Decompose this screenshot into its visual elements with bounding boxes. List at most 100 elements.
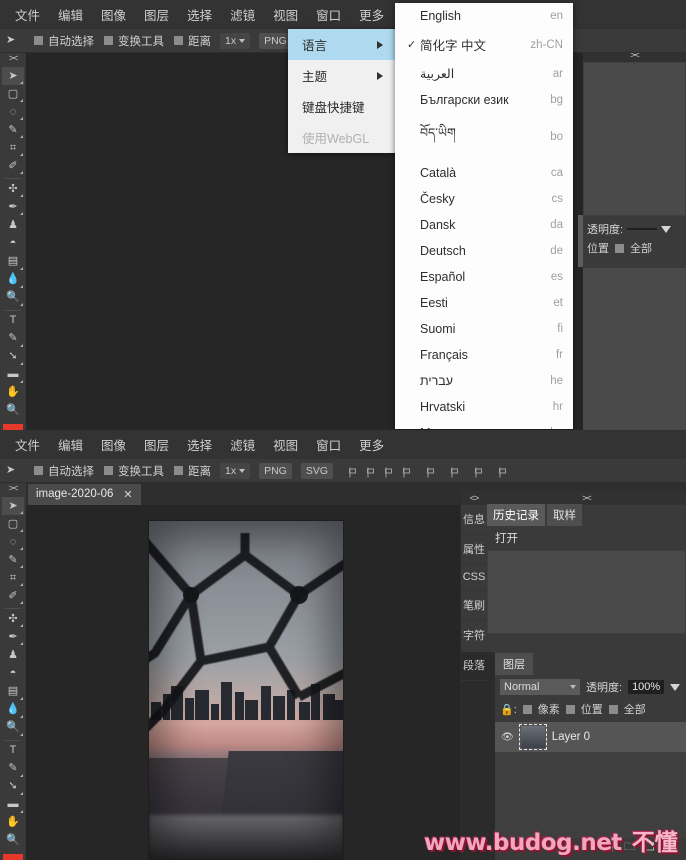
align-right-icon[interactable] <box>385 465 396 476</box>
menu-item-1[interactable]: 编辑 <box>49 430 92 459</box>
language-item-de[interactable]: Deutschde <box>395 238 573 264</box>
tool-path-select-icon[interactable]: ➘ <box>2 348 24 366</box>
tool-hand-icon[interactable]: ✋ <box>2 384 24 402</box>
checkbox-box[interactable] <box>34 36 43 45</box>
menu-item-0[interactable]: 文件 <box>6 0 49 29</box>
vertical-tab-2[interactable]: CSS <box>461 565 487 591</box>
visibility-icon[interactable]: 👁 <box>501 732 514 743</box>
vertical-tab-3[interactable]: 笔刷 <box>461 591 487 621</box>
checkbox-box[interactable] <box>104 36 113 45</box>
menu-item-3[interactable]: 图层 <box>135 0 178 29</box>
option-checkbox-0[interactable]: 自动选择 <box>34 33 94 49</box>
zoom-level-select[interactable]: 1x <box>220 33 250 49</box>
image-canvas-photo[interactable] <box>149 521 343 859</box>
tool-marquee-icon[interactable]: ▢ <box>2 515 24 533</box>
menu-item-8[interactable]: 更多 <box>350 0 393 29</box>
language-item-bo[interactable]: བོད་ཡིགbo <box>395 113 573 160</box>
menu-item-6[interactable]: 视图 <box>264 0 307 29</box>
opacity-value[interactable]: 100% <box>628 680 664 694</box>
vertical-tab-0[interactable]: 信息 <box>461 505 487 535</box>
tool-gradient-icon[interactable]: ▤ <box>2 253 24 271</box>
language-item-cs[interactable]: Českycs <box>395 186 573 212</box>
opacity-value-top[interactable] <box>627 228 657 230</box>
distribute-h-icon[interactable] <box>403 465 414 476</box>
option-checkbox-1[interactable]: 变换工具 <box>104 33 164 49</box>
menu-item-6[interactable]: 视图 <box>264 430 307 459</box>
language-item-ca[interactable]: Catalàca <box>395 160 573 186</box>
menu-item-4[interactable]: 选择 <box>178 430 221 459</box>
tool-magic-wand-icon[interactable]: ✎ <box>2 551 24 569</box>
menu-item-3[interactable]: 图层 <box>135 430 178 459</box>
layer-row[interactable]: 👁Layer 0 <box>495 722 686 752</box>
language-item-fi[interactable]: Suomifi <box>395 316 573 342</box>
language-item-es[interactable]: Españoles <box>395 264 573 290</box>
align-bottom-icon[interactable] <box>475 465 486 476</box>
lock-checkbox-2[interactable] <box>609 705 618 714</box>
tool-gradient-icon[interactable]: ▤ <box>2 683 24 701</box>
tool-eyedropper-icon[interactable]: ✐ <box>2 157 24 175</box>
tool-blur-icon[interactable]: 💧 <box>2 701 24 719</box>
format-png-button[interactable]: PNG <box>259 463 292 479</box>
language-item-bg[interactable]: Български езикbg <box>395 87 573 113</box>
history-tab-1[interactable]: 取样 <box>547 504 582 526</box>
language-item-he[interactable]: עבריתhe <box>395 368 573 394</box>
layers-panel-title[interactable]: 图层 <box>495 653 533 675</box>
language-item-da[interactable]: Danskda <box>395 212 573 238</box>
menu-item-8[interactable]: 更多 <box>350 430 393 459</box>
language-item-zh-CN[interactable]: ✓简化字 中文zh-CN <box>395 29 573 60</box>
lock-checkbox-1[interactable] <box>566 705 575 714</box>
tool-eraser-icon[interactable]: ◓ <box>2 665 24 683</box>
active-tool-icon[interactable]: ➤ <box>2 460 24 482</box>
tool-marquee-icon[interactable]: ▢ <box>2 85 24 103</box>
vertical-tab-4[interactable]: 字符 <box>461 621 487 651</box>
option-checkbox-0[interactable]: 自动选择 <box>34 463 94 479</box>
close-icon[interactable]: ✕ <box>123 488 132 501</box>
menu-item-0[interactable]: 文件 <box>6 430 49 459</box>
tool-clone-stamp-icon[interactable]: ♟ <box>2 646 24 664</box>
tool-healing-brush-icon[interactable]: ✣ <box>2 180 24 198</box>
tool-brush-icon[interactable]: ✒ <box>2 198 24 216</box>
tool-dodge-icon[interactable]: 🔍 <box>2 719 24 737</box>
lock-checkbox-0[interactable] <box>523 705 532 714</box>
menu-item-5[interactable]: 滤镜 <box>221 430 264 459</box>
checkbox-box[interactable] <box>104 466 113 475</box>
tool-text-icon[interactable]: T <box>2 312 24 330</box>
tool-shape-icon[interactable]: ▬ <box>2 366 24 384</box>
history-collapse-bar[interactable]: >< <box>487 491 686 505</box>
tool-text-icon[interactable]: T <box>2 742 24 760</box>
tool-crop-icon[interactable]: ⌗ <box>2 569 24 587</box>
vertical-tab-1[interactable]: 属性 <box>461 535 487 565</box>
tool-magic-wand-icon[interactable]: ✎ <box>2 121 24 139</box>
tool-brush-icon[interactable]: ✒ <box>2 628 24 646</box>
vertical-tab-5[interactable]: 段落 <box>461 651 487 681</box>
scrollbar-vertical-top[interactable] <box>578 215 583 267</box>
option-checkbox-1[interactable]: 变换工具 <box>104 463 164 479</box>
active-tool-icon[interactable]: ➤ <box>2 30 24 52</box>
code-panel-toggle[interactable]: <> <box>461 491 487 505</box>
more-menu-item-1[interactable]: 主题 <box>288 60 395 91</box>
language-item-hr[interactable]: Hrvatskihr <box>395 394 573 420</box>
layer-thumbnail[interactable] <box>521 726 545 748</box>
checkbox-box[interactable] <box>174 466 183 475</box>
tool-eyedropper-icon[interactable]: ✐ <box>2 587 24 605</box>
chevron-down-icon[interactable] <box>670 684 680 691</box>
history-scroll-area[interactable] <box>487 550 686 634</box>
menu-item-7[interactable]: 窗口 <box>307 0 350 29</box>
tool-eraser-icon[interactable]: ◓ <box>2 235 24 253</box>
more-menu-item-2[interactable]: 键盘快捷键 <box>288 91 395 122</box>
tool-dodge-icon[interactable]: 🔍 <box>2 289 24 307</box>
language-item-en[interactable]: Englishen <box>395 3 573 29</box>
language-item-fr[interactable]: Françaisfr <box>395 342 573 368</box>
menu-item-4[interactable]: 选择 <box>178 0 221 29</box>
foreground-color-swatch[interactable] <box>3 854 23 860</box>
tool-pen-icon[interactable]: ✎ <box>2 760 24 778</box>
history-tab-0[interactable]: 历史记录 <box>487 504 545 526</box>
tool-pen-icon[interactable]: ✎ <box>2 330 24 348</box>
tool-move-select-icon[interactable]: ➤ <box>2 67 24 85</box>
tool-crop-icon[interactable]: ⌗ <box>2 139 24 157</box>
align-top-icon[interactable] <box>427 465 438 476</box>
language-item-ar[interactable]: العربيةar <box>395 60 573 87</box>
menu-item-2[interactable]: 图像 <box>92 0 135 29</box>
tool-zoom-icon[interactable]: 🔍 <box>2 402 24 420</box>
tool-lasso-icon[interactable]: ◌ <box>2 533 24 551</box>
